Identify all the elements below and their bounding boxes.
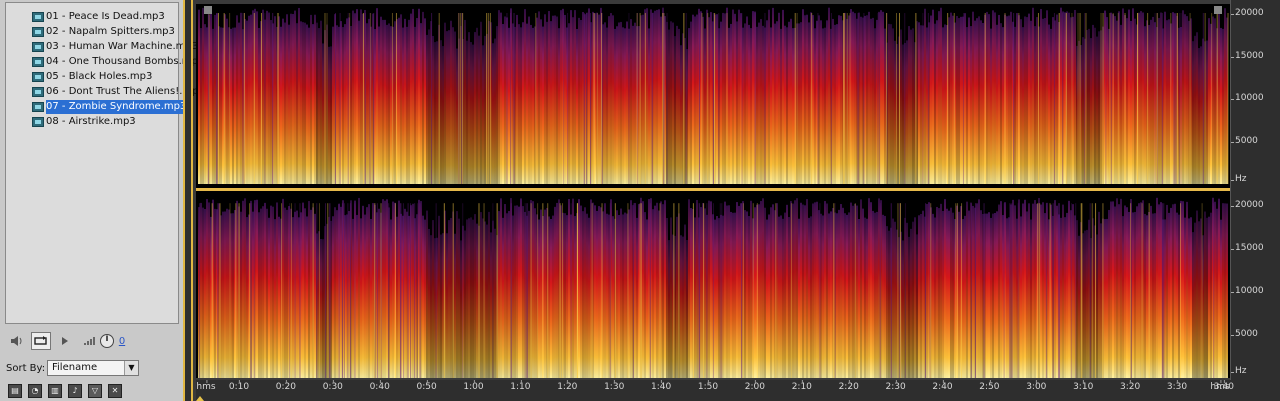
file-name: 02 - Napalm Spitters.mp3: [46, 26, 175, 37]
time-tick: 2:20: [838, 380, 859, 392]
sort-select[interactable]: Filename ▼: [47, 360, 139, 376]
files-panel: 01 - Peace Is Dead.mp3 02 - Napalm Spitt…: [0, 0, 205, 401]
freq-unit: Hz: [1231, 366, 1247, 376]
audio-file-icon: [32, 42, 44, 52]
freq-tick: 10000: [1231, 93, 1264, 103]
list-item[interactable]: 06 - Dont Trust The Aliens!.mp3: [6, 85, 205, 99]
time-tick: 2:10: [791, 380, 812, 392]
time-tick: 0:10: [228, 380, 250, 392]
insert-icon[interactable]: ▤: [8, 384, 22, 398]
time-unit: hms: [196, 380, 216, 392]
file-name: 08 - Airstrike.mp3: [46, 116, 136, 127]
audio-file-icon: [32, 12, 44, 22]
freq-tick: 15000: [1231, 243, 1264, 253]
freq-unit: Hz: [1231, 174, 1247, 184]
list-item[interactable]: 08 - Airstrike.mp3: [6, 115, 178, 129]
list-item[interactable]: 01 - Peace Is Dead.mp3: [6, 10, 178, 24]
time-tick: 2:00: [744, 380, 765, 392]
time-tick: 0:50: [416, 380, 437, 392]
audio-file-icon: [32, 27, 44, 37]
freq-tick: 15000: [1231, 51, 1264, 61]
filter-icon[interactable]: ▽: [88, 384, 102, 398]
time-ruler[interactable]: hms 0:10 0:20 0:30 0:40 0:50 1:00 1:10 1:20 1:30…: [196, 380, 1280, 401]
time-tick: 1:10: [510, 380, 531, 392]
audio-file-icon: [32, 87, 44, 97]
time-tick: 3:00: [1026, 380, 1047, 392]
time-unit: hms: [1210, 380, 1230, 392]
time-tick: 0:40: [369, 380, 390, 392]
loop-button[interactable]: [31, 332, 51, 350]
channel-separator: [196, 184, 1230, 194]
file-list[interactable]: 01 - Peace Is Dead.mp3 02 - Napalm Spitt…: [5, 2, 205, 324]
time-tick: 0:20: [275, 380, 296, 392]
music-note-icon[interactable]: ♪: [68, 384, 82, 398]
time-tick: 2:30: [885, 380, 906, 392]
sort-label: Sort By:: [6, 363, 46, 374]
time-tick: 3:10: [1073, 380, 1094, 392]
time-tick: 1:30: [604, 380, 625, 392]
volume-meter-icon: [83, 332, 97, 350]
time-tick: 1:40: [650, 380, 672, 392]
time-tick: 1:00: [463, 380, 484, 392]
sort-value: Filename: [52, 362, 98, 373]
audio-file-icon: [32, 72, 44, 82]
file-name: 01 - Peace Is Dead.mp3: [46, 11, 165, 22]
audio-file-icon: [32, 102, 44, 112]
refresh-icon[interactable]: ◔: [28, 384, 42, 398]
play-icon[interactable]: [59, 332, 71, 350]
time-tick: 1:20: [557, 380, 578, 392]
audio-file-icon: [32, 57, 44, 67]
close-file-icon[interactable]: ✕: [108, 384, 122, 398]
freq-tick: 5000: [1231, 136, 1258, 146]
time-tick: 3:20: [1119, 380, 1141, 392]
audio-file-icon: [32, 117, 44, 127]
chevron-down-icon[interactable]: ▼: [124, 361, 138, 375]
sort-bar: Sort By: Filename ▼ ▤ ◔ ▥ ♪ ▽ ✕: [0, 358, 183, 401]
corner-marker-icon[interactable]: [1214, 6, 1222, 14]
playback-controls: 0: [5, 330, 181, 354]
spectrogram-image: [196, 194, 1230, 378]
file-name: 05 - Black Holes.mp3: [46, 71, 153, 82]
list-item[interactable]: 04 - One Thousand Bombs.mp3: [6, 55, 204, 69]
spectrogram-channel-right[interactable]: [196, 194, 1230, 378]
freq-tick: 20000: [1231, 8, 1264, 18]
time-tick: 2:50: [979, 380, 1000, 392]
list-item[interactable]: 03 - Human War Machine.mp3: [6, 40, 198, 54]
freq-tick: 10000: [1231, 286, 1264, 296]
list-item[interactable]: 05 - Black Holes.mp3: [6, 70, 178, 84]
list-item-selected[interactable]: 07 - Zombie Syndrome.mp3: [6, 100, 187, 114]
freq-tick: 20000: [1231, 200, 1264, 210]
time-tick: 0:30: [322, 380, 343, 392]
spectrogram-channel-left[interactable]: [196, 4, 1230, 184]
panel-divider[interactable]: [183, 0, 193, 401]
file-name: 03 - Human War Machine.mp3: [46, 41, 199, 52]
volume-value[interactable]: 0: [117, 332, 127, 350]
time-tick: 1:50: [697, 380, 719, 392]
playhead-marker-icon[interactable]: [196, 396, 204, 401]
frequency-ruler: 20000 15000 10000 5000 Hz 20000 15000 10…: [1230, 0, 1280, 380]
freq-tick: 5000: [1231, 329, 1258, 339]
list-item[interactable]: 02 - Napalm Spitters.mp3: [6, 25, 178, 39]
time-tick: 2:40: [932, 380, 953, 392]
speaker-icon[interactable]: [9, 332, 25, 350]
spectrogram-image: [196, 4, 1230, 184]
volume-knob-icon[interactable]: [99, 332, 115, 350]
corner-marker-icon[interactable]: [204, 6, 212, 14]
time-tick: 3:30: [1166, 380, 1188, 392]
edit-file-icon[interactable]: ▥: [48, 384, 62, 398]
file-name: 07 - Zombie Syndrome.mp3: [46, 100, 187, 114]
